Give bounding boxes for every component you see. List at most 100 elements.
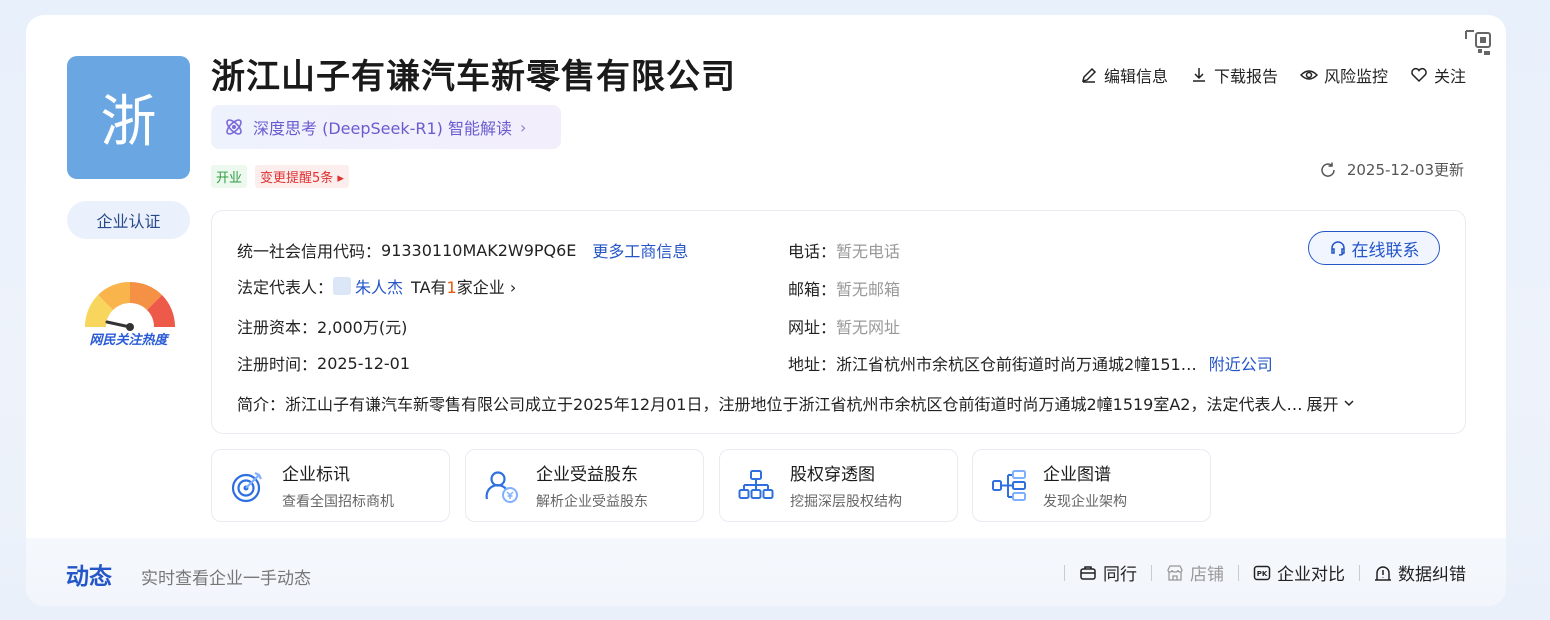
intro-label: 简介： [237, 395, 286, 414]
intro-text: 浙江山子有谦汽车新零售有限公司成立于2025年12月01日，注册地位于浙江省杭州… [285, 395, 1303, 414]
email-value: 暂无邮箱 [836, 280, 901, 299]
legal-rep-name-link[interactable]: 朱人杰 [355, 274, 403, 298]
legal-rep-row: 法定代表人： 朱人杰 TA有1家企业 › [237, 274, 516, 298]
rep-companies-prefix: TA有 [411, 278, 447, 297]
website-value: 暂无网址 [836, 318, 901, 337]
feature-title: 股权穿透图 [790, 465, 875, 485]
feature-card-beneficiary[interactable]: 企业受益股东 解析企业受益股东 [465, 449, 704, 522]
follow-button[interactable]: 关注 [1410, 63, 1466, 87]
edit-info-label: 编辑信息 [1103, 67, 1168, 86]
dynamics-title[interactable]: 动态 [66, 557, 112, 591]
phone-value: 暂无电话 [836, 242, 901, 261]
refresh-icon[interactable] [1319, 161, 1337, 179]
target-icon [231, 471, 262, 502]
pk-icon: PK [1253, 565, 1271, 580]
chevron-down-icon [1343, 400, 1354, 407]
online-contact-button[interactable]: 在线联系 [1308, 231, 1440, 265]
download-report-button[interactable]: 下载报告 [1190, 63, 1278, 87]
update-time: 2025-12-03更新 [1319, 159, 1464, 180]
address-row: 地址： 浙江省杭州市余杭区仓前街道时尚万通城2幢151… 附近公司 [788, 351, 1273, 375]
reg-date-row: 注册时间： 2025-12-01 [237, 351, 410, 375]
heart-icon [1411, 67, 1427, 83]
qr-code-icon[interactable] [1464, 29, 1494, 59]
dynamics-bar: 动态 实时查看企业一手动态 同行 店铺 PK 企业对比 数据纠错 [26, 538, 1506, 606]
credit-code-value: 91330110MAK2W9PQ6E [381, 240, 577, 260]
feature-subtitle: 发现企业架构 [1043, 494, 1127, 510]
change-alert-badge[interactable]: 变更提醒5条 ▸ [255, 165, 349, 188]
peers-button[interactable]: 同行 [1065, 560, 1151, 585]
address-label: 地址： [788, 355, 837, 374]
email-label: 邮箱： [788, 280, 837, 299]
store-button[interactable]: 店铺 [1152, 560, 1238, 585]
website-row: 网址： 暂无网址 [788, 314, 900, 338]
feature-title: 企业图谱 [1043, 465, 1111, 485]
org-graph-icon [992, 469, 1026, 501]
atom-icon [226, 119, 242, 135]
reg-date-label: 注册时间： [237, 355, 318, 374]
bottom-actions: 同行 店铺 PK 企业对比 数据纠错 [1064, 560, 1466, 585]
data-correction-button[interactable]: 数据纠错 [1360, 560, 1466, 585]
status-tags: 开业 变更提醒5条 ▸ [211, 165, 349, 188]
company-name: 浙江山子有谦汽车新零售有限公司 [211, 57, 736, 97]
download-report-label: 下载报告 [1213, 67, 1278, 86]
phone-label: 电话： [788, 242, 837, 261]
ai-reading-button[interactable]: 深度思考 (DeepSeek-R1) 智能解读 › [211, 105, 561, 149]
store-icon [1167, 564, 1183, 581]
risk-monitor-button[interactable]: 风险监控 [1299, 63, 1388, 87]
phone-row: 电话： 暂无电话 [788, 238, 900, 262]
feature-subtitle: 查看全国招标商机 [282, 494, 394, 510]
equity-tree-icon [738, 469, 774, 499]
svg-text:PK: PK [1257, 570, 1268, 578]
business-info-panel: 统一社会信用代码： 91330110MAK2W9PQ6E 更多工商信息 法定代表… [211, 210, 1466, 434]
feature-subtitle: 挖掘深层股权结构 [790, 494, 902, 510]
pencil-icon [1081, 67, 1096, 83]
download-icon [1192, 68, 1205, 82]
website-label: 网址： [788, 318, 837, 337]
rep-companies-link[interactable]: TA有1家企业 › [411, 274, 516, 298]
expand-button[interactable]: 展开 [1306, 391, 1354, 415]
company-header-card: 浙 企业认证 网民关注热度 浙江山子有谦汽车新零售有限公司 深度思考 (Deep… [26, 15, 1506, 606]
risk-monitor-label: 风险监控 [1323, 67, 1388, 86]
company-logo: 浙 [67, 56, 190, 179]
status-badge: 开业 [211, 165, 248, 188]
update-time-label: 2025-12-03更新 [1346, 161, 1464, 179]
beneficiary-icon [485, 470, 518, 503]
feature-card-equity[interactable]: 股权穿透图 挖掘深层股权结构 [719, 449, 958, 522]
credit-code-row: 统一社会信用代码： 91330110MAK2W9PQ6E 更多工商信息 [237, 238, 688, 262]
compare-label: 企业对比 [1277, 565, 1345, 585]
avatar [333, 277, 352, 295]
legal-rep-label: 法定代表人： [237, 278, 334, 297]
headset-icon [1330, 241, 1345, 256]
peers-label: 同行 [1103, 565, 1137, 585]
certification-badge[interactable]: 企业认证 [67, 201, 190, 239]
eye-icon [1299, 70, 1318, 80]
online-contact-label: 在线联系 [1351, 240, 1420, 261]
rep-companies-count: 1 [446, 278, 457, 297]
header-actions: 编辑信息 下载报告 风险监控 关注 [1080, 63, 1466, 87]
feature-card-graph[interactable]: 企业图谱 发现企业架构 [972, 449, 1211, 522]
feature-subtitle: 解析企业受益股东 [536, 494, 648, 510]
follow-label: 关注 [1433, 67, 1466, 86]
compare-button[interactable]: PK 企业对比 [1239, 560, 1359, 585]
intro-row: 简介： 浙江山子有谦汽车新零售有限公司成立于2025年12月01日，注册地位于浙… [237, 391, 1442, 415]
capital-row: 注册资本： 2,000万(元) [237, 314, 407, 338]
credit-code-label: 统一社会信用代码： [237, 242, 382, 261]
correction-icon [1375, 565, 1391, 581]
chevron-right-icon: › [509, 278, 517, 297]
briefcase-icon [1080, 565, 1096, 580]
expand-label: 展开 [1306, 395, 1339, 414]
nearby-companies-link[interactable]: 附近公司 [1209, 351, 1273, 375]
heat-label: 网民关注热度 [89, 333, 168, 348]
store-label: 店铺 [1190, 565, 1224, 585]
capital-value: 2,000万(元) [317, 318, 408, 337]
feature-card-bidding[interactable]: 企业标讯 查看全国招标商机 [211, 449, 450, 522]
feature-title: 企业标讯 [282, 465, 350, 485]
rep-companies-suffix: 家企业 [456, 278, 505, 297]
data-correction-label: 数据纠错 [1398, 565, 1466, 585]
email-row: 邮箱： 暂无邮箱 [788, 276, 900, 300]
more-business-info-link[interactable]: 更多工商信息 [592, 238, 688, 262]
edit-info-button[interactable]: 编辑信息 [1080, 63, 1168, 87]
ai-reading-label: 深度思考 (DeepSeek-R1) 智能解读 [253, 119, 513, 138]
reg-date-value: 2025-12-01 [317, 353, 410, 373]
chevron-right-icon: › [520, 117, 527, 137]
